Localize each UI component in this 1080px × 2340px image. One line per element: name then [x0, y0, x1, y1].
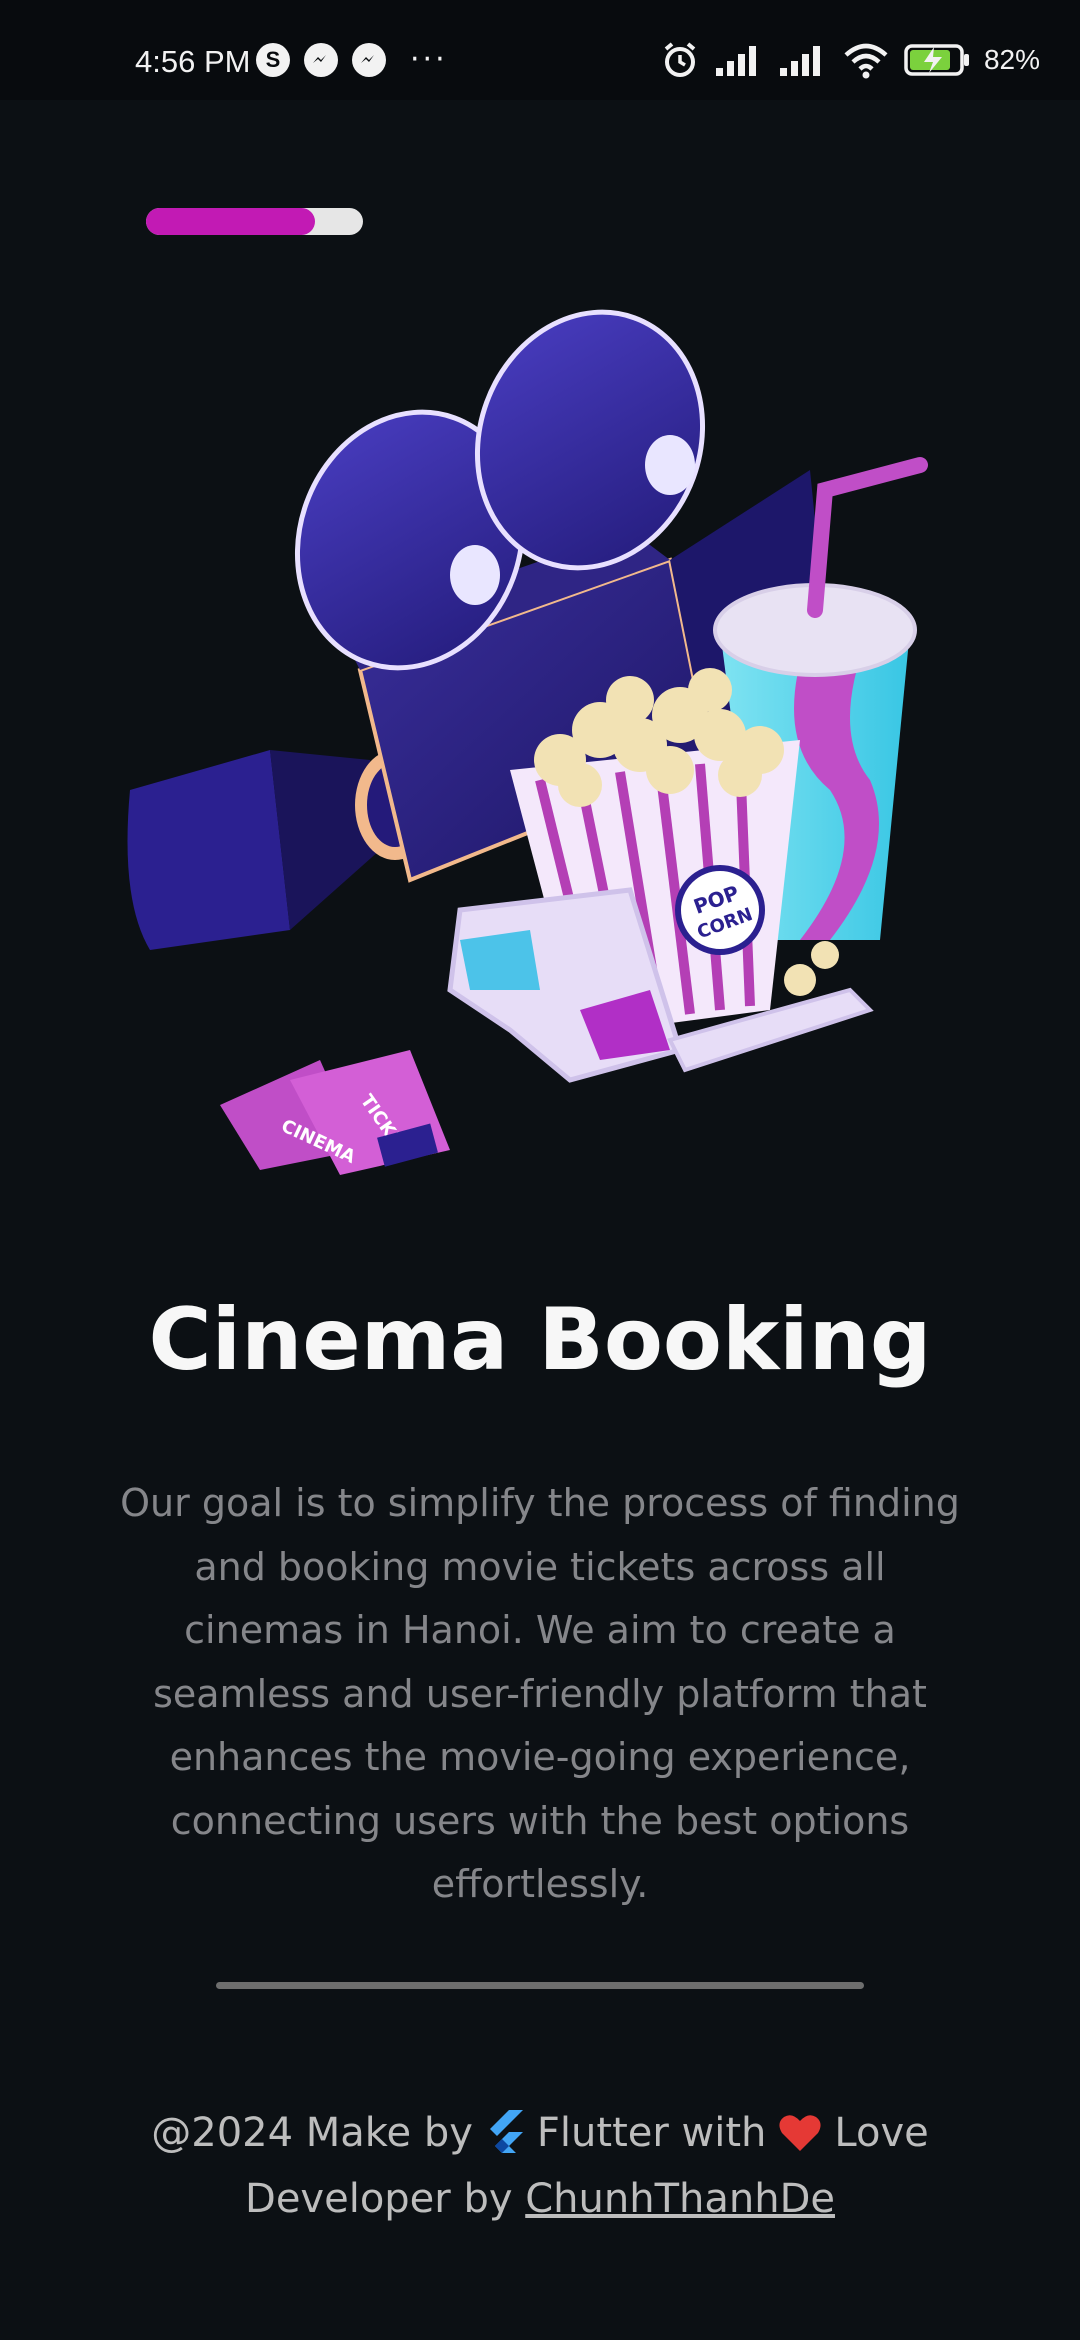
flutter-icon	[489, 2110, 523, 2153]
developer-link[interactable]: ChunhThanhDe	[525, 2176, 835, 2222]
heart-icon	[779, 2115, 821, 2151]
messenger-icon	[304, 43, 338, 77]
messenger-icon	[352, 43, 386, 77]
wifi-icon	[844, 43, 888, 79]
footer-suffix: Love	[834, 2110, 929, 2156]
battery-charging-icon	[904, 44, 969, 76]
app-description: Our goal is to simplify the process of f…	[120, 1481, 960, 1906]
status-bar: 4:56 PM S ··· 82%	[0, 0, 1080, 100]
alarm-icon	[664, 42, 696, 77]
footer-credits: @2024 Make by Flutter with Love	[0, 2110, 1080, 2156]
system-icons: 82%	[660, 40, 1040, 80]
developer-label: Developer by	[245, 2176, 513, 2222]
cinema-illustration: POP CORN CINEMA TICKET	[127, 309, 928, 1175]
more-notifications-icon: ···	[410, 42, 448, 77]
status-time: 4:56 PM	[135, 44, 251, 79]
onboarding-progress	[146, 208, 363, 235]
footer-framework: Flutter with	[536, 2110, 767, 2156]
signal-icon	[715, 46, 756, 76]
footer-prefix: @2024 Make by	[151, 2110, 473, 2156]
battery-percent: 82%	[983, 44, 1040, 75]
divider	[216, 1982, 864, 1989]
notification-icons: S ···	[256, 43, 448, 77]
skype-icon: S	[256, 43, 290, 77]
cinema-tickets: CINEMA TICKET	[220, 1050, 450, 1175]
onboarding-progress-fill	[146, 208, 316, 235]
page-title: Cinema Booking	[148, 1290, 932, 1390]
signal-icon	[779, 46, 820, 76]
developer-credit: Developer by ChunhThanhDe	[0, 2176, 1080, 2222]
